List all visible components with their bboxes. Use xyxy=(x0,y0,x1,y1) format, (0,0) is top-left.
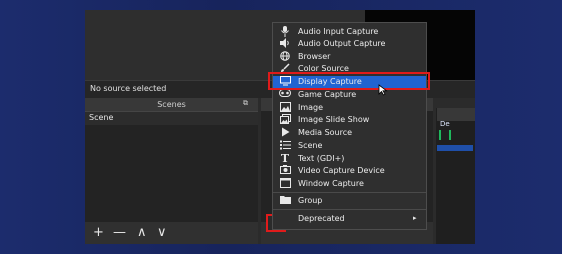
scenes-footer: + — ∧ ∨ xyxy=(85,222,258,244)
image-icon xyxy=(279,102,291,114)
menu-item-label: Game Capture xyxy=(298,90,357,99)
add-scene-button[interactable]: + xyxy=(93,226,104,239)
menu-item-label: Scene xyxy=(298,141,323,150)
window-icon xyxy=(279,178,291,190)
submenu-arrow-icon: ▸ xyxy=(413,214,417,222)
slideshow-icon xyxy=(279,114,291,126)
menu-separator xyxy=(273,192,426,193)
folder-icon xyxy=(279,195,291,207)
menu-item-scene[interactable]: Scene xyxy=(273,140,426,152)
menu-item-label: Media Source xyxy=(298,128,353,137)
remove-scene-button[interactable]: — xyxy=(113,226,126,239)
scene-list-item[interactable]: Scene xyxy=(85,112,258,125)
menu-item-video-capture-device[interactable]: Video Capture Device xyxy=(273,165,426,177)
volume-slider[interactable] xyxy=(437,145,473,151)
menu-item-text-gdi[interactable]: T Text (GDI+) xyxy=(273,153,426,165)
scene-label: Scene xyxy=(89,113,114,122)
menu-item-media-source[interactable]: Media Source xyxy=(273,127,426,139)
menu-item-label: Image Slide Show xyxy=(298,115,370,124)
display-capture-highlight xyxy=(268,72,430,90)
audio-mixer-panel xyxy=(436,108,475,244)
menu-item-browser[interactable]: Browser xyxy=(273,51,426,63)
scenes-title: Scenes xyxy=(157,100,186,109)
no-source-label: No source selected xyxy=(90,84,167,93)
scenes-panel: Scenes ⧉ Scene + — ∧ ∨ xyxy=(85,98,258,244)
menu-item-label: Browser xyxy=(298,52,331,61)
microphone-icon xyxy=(279,26,291,38)
camera-icon xyxy=(279,165,291,177)
mouse-cursor-icon xyxy=(378,84,388,96)
menu-item-deprecated[interactable]: Deprecated ▸ xyxy=(273,213,426,225)
menu-item-window-capture[interactable]: Window Capture xyxy=(273,178,426,190)
menu-item-group[interactable]: Group xyxy=(273,195,426,207)
scenes-header: Scenes ⧉ xyxy=(85,98,258,112)
menu-item-audio-input-capture[interactable]: Audio Input Capture xyxy=(273,26,426,38)
menu-item-label: Audio Input Capture xyxy=(298,27,379,36)
menu-item-label: Group xyxy=(298,196,323,205)
speaker-icon xyxy=(279,38,291,50)
move-scene-up-button[interactable]: ∧ xyxy=(137,226,147,239)
menu-item-image-slide-show[interactable]: Image Slide Show xyxy=(273,114,426,126)
globe-icon xyxy=(279,51,291,63)
menu-item-audio-output-capture[interactable]: Audio Output Capture xyxy=(273,38,426,50)
menu-item-label: Image xyxy=(298,103,324,112)
gamepad-icon xyxy=(279,89,291,101)
menu-item-label: Audio Output Capture xyxy=(298,39,386,48)
move-scene-down-button[interactable]: ∨ xyxy=(157,226,167,239)
volume-meter xyxy=(439,130,451,140)
menu-item-label: Deprecated xyxy=(298,214,345,223)
play-icon xyxy=(279,127,291,139)
dock-icon[interactable]: ⧉ xyxy=(243,99,248,108)
menu-item-label: Window Capture xyxy=(298,179,364,188)
text-icon: T xyxy=(280,152,290,165)
menu-item-image[interactable]: Image xyxy=(273,102,426,114)
list-icon xyxy=(279,140,291,152)
add-source-context-menu: Audio Input Capture Audio Output Capture… xyxy=(272,22,427,230)
menu-item-label: Video Capture Device xyxy=(298,166,385,175)
menu-separator xyxy=(273,209,426,210)
mixer-device-label: De xyxy=(440,120,450,128)
menu-item-game-capture[interactable]: Game Capture xyxy=(273,89,426,101)
menu-item-label: Text (GDI+) xyxy=(298,154,345,163)
